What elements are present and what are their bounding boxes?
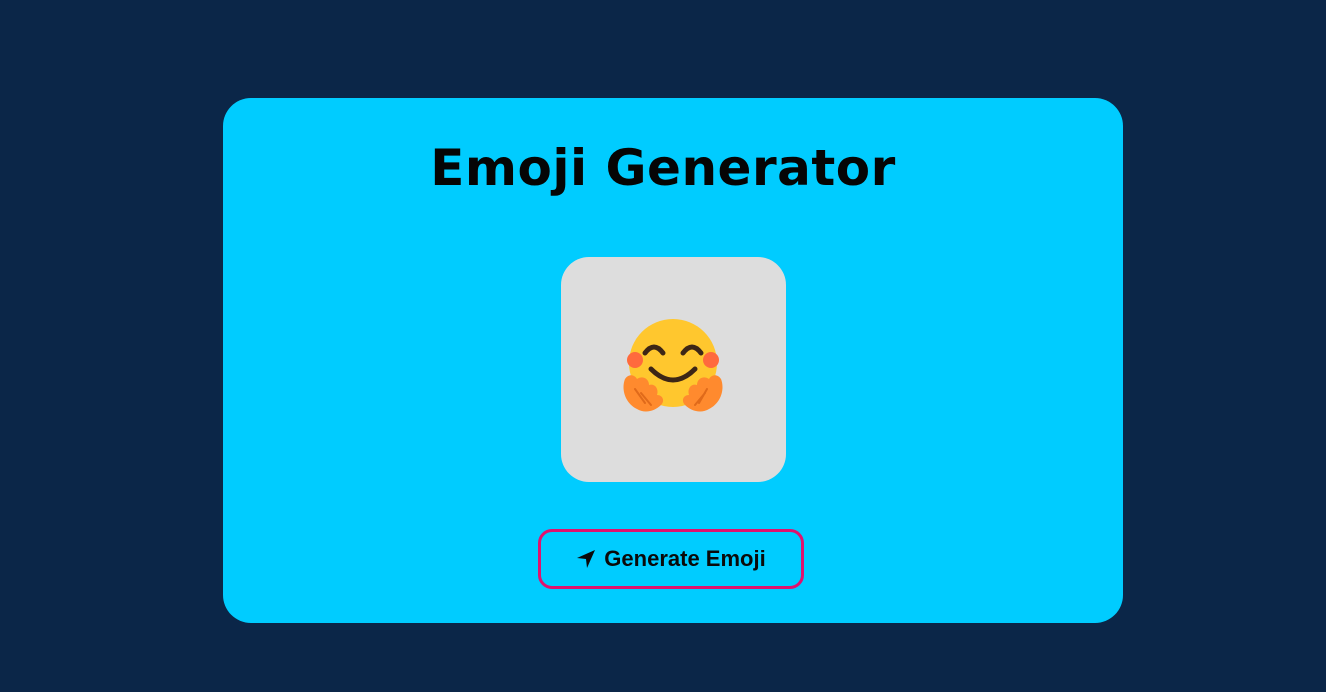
page-title: Emoji Generator: [430, 139, 896, 197]
generate-emoji-label: Generate Emoji: [604, 546, 766, 571]
location-arrow-icon: [577, 550, 596, 568]
hugging-face-emoji-icon: [623, 319, 723, 412]
emoji-display-box: [561, 257, 786, 482]
generate-emoji-button[interactable]: Generate Emoji: [538, 529, 804, 589]
